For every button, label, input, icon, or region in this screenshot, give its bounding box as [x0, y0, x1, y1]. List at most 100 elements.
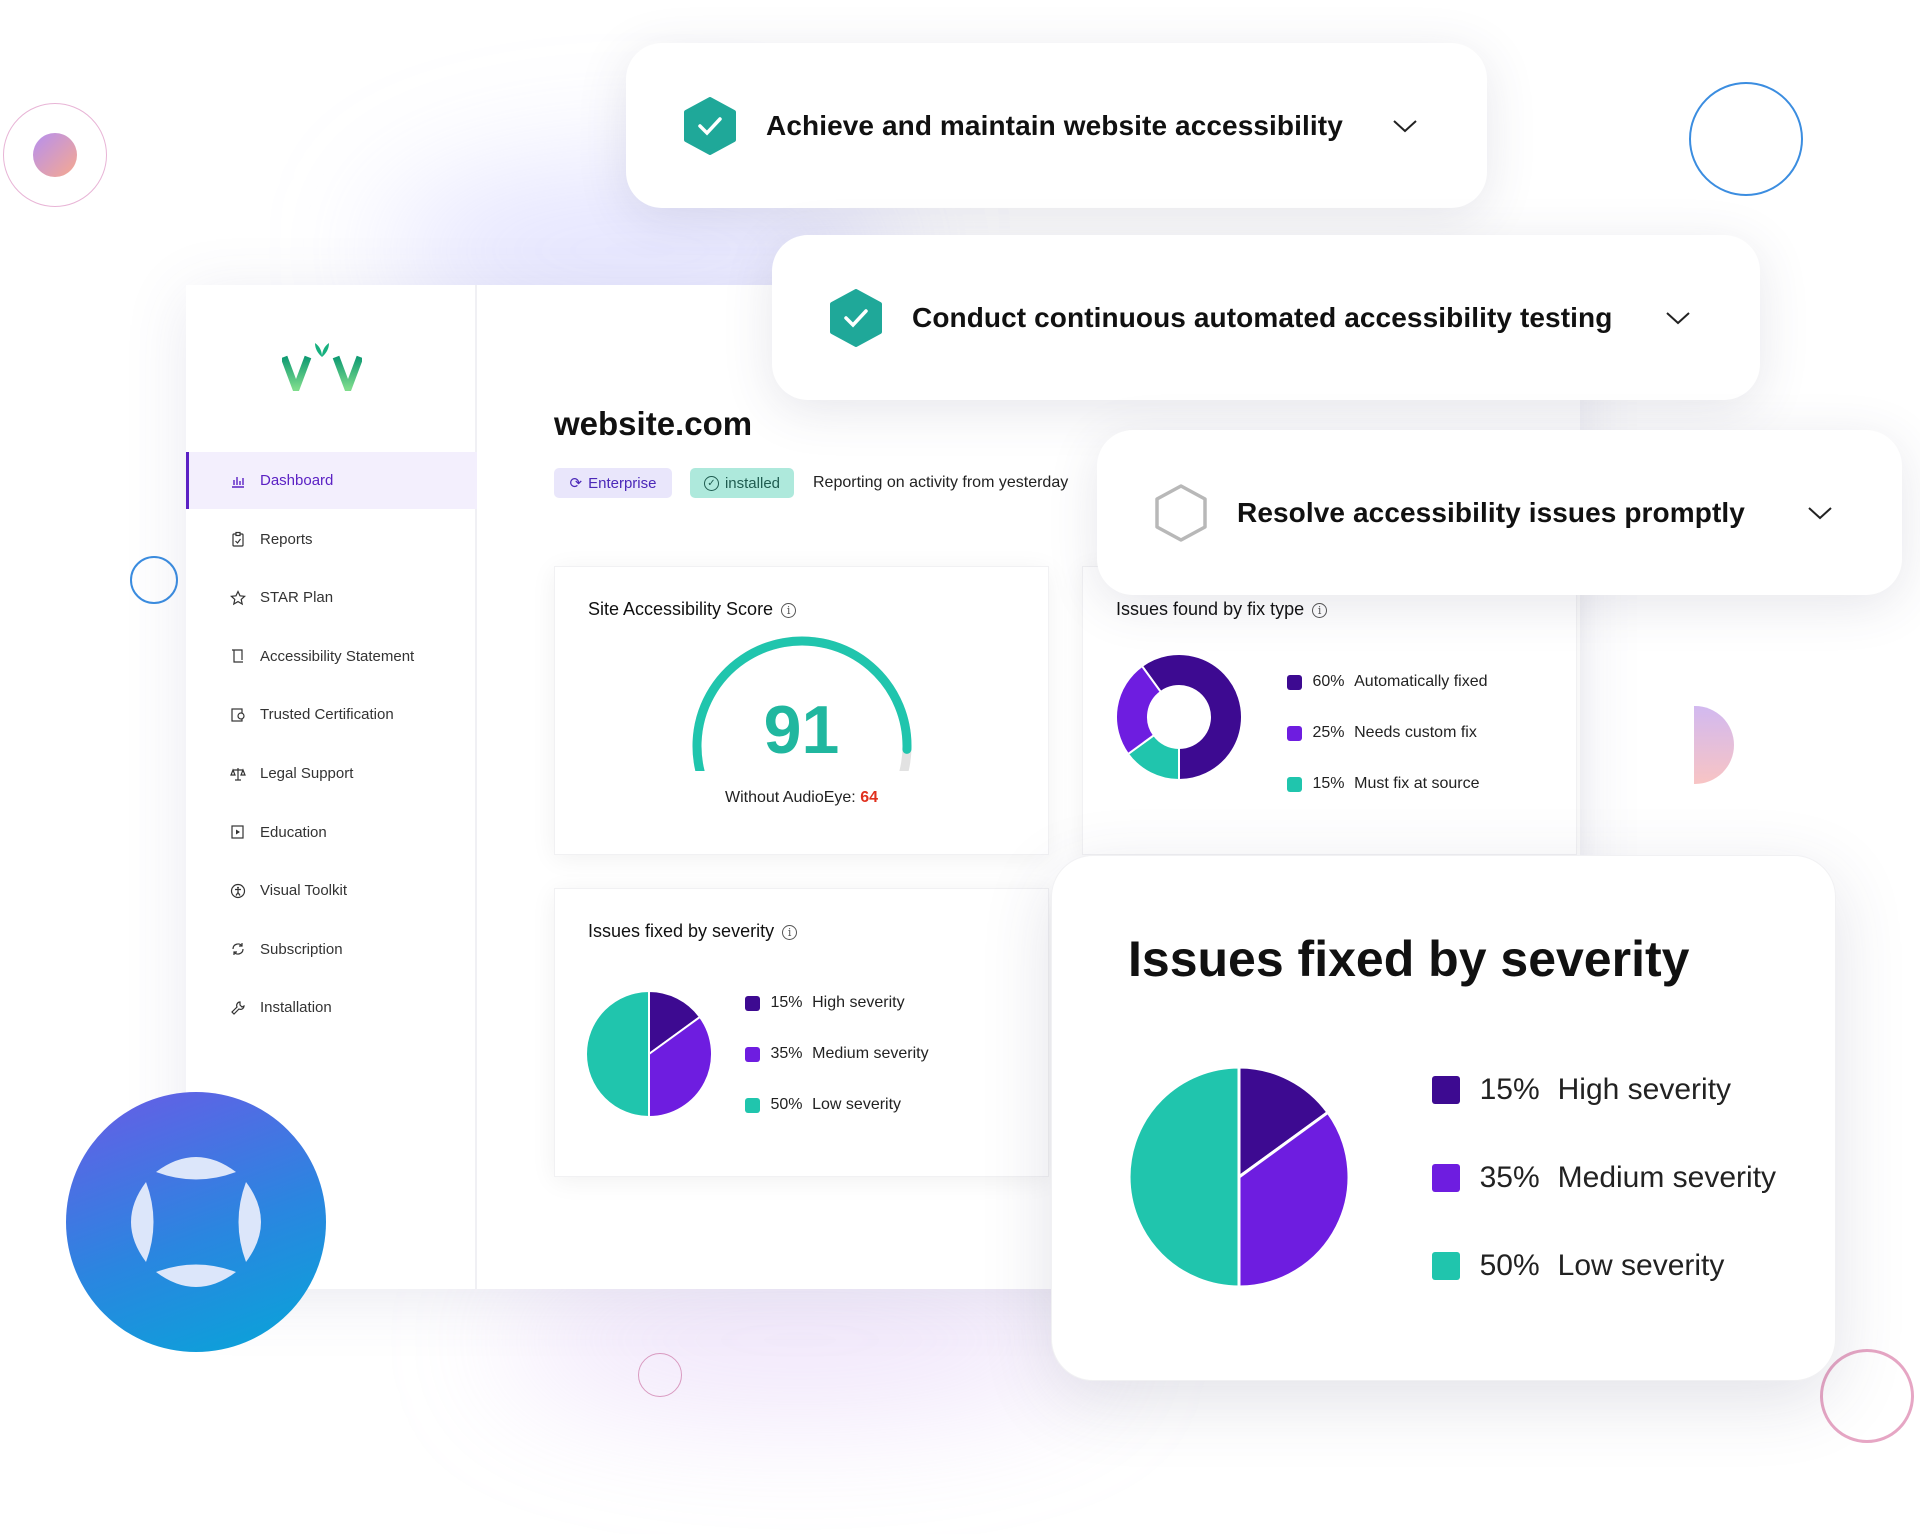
legend-swatch	[745, 1046, 760, 1062]
sidebar-item-label: Dashboard	[260, 472, 334, 489]
fix-type-donut-chart	[1115, 653, 1243, 782]
decorative-dot	[33, 133, 77, 177]
sidebar-item-label: Trusted Certification	[260, 706, 394, 724]
sidebar-item-accessibility-statement[interactable]: Accessibility Statement	[186, 628, 477, 685]
sidebar-item-reports[interactable]: Reports	[186, 511, 477, 568]
sidebar-item-label: Subscription	[260, 940, 343, 958]
clipboard-icon	[232, 531, 244, 547]
sidebar-item-label: Reports	[260, 530, 313, 548]
legend-percent: 15%	[770, 994, 803, 1011]
accessibility-icon	[230, 883, 246, 898]
info-icon[interactable]: i	[781, 603, 797, 618]
legend-item: 50% Low severity	[1432, 1249, 1724, 1283]
legend-item: 25% Needs custom fix	[1287, 724, 1477, 742]
legend-label: Automatically fixed	[1354, 673, 1488, 690]
sidebar-item-installation[interactable]: Installation	[186, 979, 477, 1036]
star-icon	[230, 589, 246, 605]
legend-swatch	[745, 995, 760, 1011]
chevron-down-icon[interactable]	[1665, 310, 1691, 326]
sidebar-item-label: Legal Support	[260, 765, 354, 782]
info-icon[interactable]: i	[782, 925, 798, 940]
pie-slice-low-severity	[585, 989, 650, 1119]
legend-swatch	[1432, 1252, 1460, 1280]
sidebar-item-label: Accessibility Statement	[260, 647, 415, 665]
goal-label: Resolve accessibility issues promptly	[1237, 496, 1745, 528]
sidebar-item-legal-support[interactable]: Legal Support	[186, 745, 477, 802]
sidebar-item-star-plan[interactable]: STAR Plan	[186, 569, 477, 626]
severity-card-large: Issues fixed by severity 15% High severit…	[1051, 855, 1836, 1381]
score-card-title: Site Accessibility Score i	[588, 599, 797, 620]
legend-percent: 15%	[1312, 775, 1345, 792]
severity-pie-chart	[585, 989, 713, 1119]
legend-percent: 35%	[1479, 1161, 1540, 1194]
legend-label: Low severity	[1557, 1249, 1725, 1282]
legend-swatch	[1432, 1164, 1460, 1192]
legend-item: 15% High severity	[745, 994, 905, 1012]
score-card: Site Accessibility Score i 91 Without Aud…	[554, 566, 1049, 855]
refresh-icon	[232, 943, 244, 956]
legend-percent: 35%	[770, 1045, 803, 1062]
sidebar-item-label: Visual Toolkit	[260, 882, 347, 900]
legend-label: Must fix at source	[1354, 775, 1480, 792]
legend-label: High severity	[1557, 1073, 1732, 1106]
legend-percent: 15%	[1479, 1073, 1540, 1106]
legend-swatch	[1432, 1076, 1460, 1104]
sidebar-item-visual-toolkit[interactable]: Visual Toolkit	[186, 862, 477, 919]
audioeye-logo	[66, 1092, 326, 1352]
sidebar-item-dashboard[interactable]: Dashboard	[186, 452, 477, 509]
refresh-icon: ⟳	[569, 475, 583, 492]
sidebar-item-label: Education	[260, 823, 327, 841]
severity-large-title: Issues fixed by severity	[1128, 931, 1690, 987]
installed-badge: ✓ installed	[690, 468, 794, 498]
pie-slice-low-severity	[1127, 1065, 1241, 1289]
empty-hexagon-icon	[1155, 483, 1207, 542]
sidebar-item-trusted-certification[interactable]: Trusted Certification	[186, 686, 477, 743]
goal-label: Achieve and maintain website accessibili…	[766, 109, 1343, 141]
fix-type-card: Issues found by fix type i 60% Automatical…	[1082, 566, 1577, 855]
decorative-ring	[1689, 82, 1803, 196]
certificate-icon	[231, 708, 245, 722]
legend-swatch	[745, 1097, 760, 1113]
legend-item: 35% Medium severity	[1432, 1161, 1776, 1195]
check-hexagon-icon	[830, 288, 882, 347]
chevron-down-icon[interactable]	[1807, 505, 1833, 521]
info-icon[interactable]: i	[1312, 603, 1328, 618]
page-title: website.com	[554, 405, 753, 442]
sidebar-item-label: Installation	[260, 999, 332, 1017]
play-book-icon	[231, 825, 244, 839]
legend-label: High severity	[812, 994, 905, 1011]
legend-item: 60% Automatically fixed	[1287, 673, 1488, 691]
legend-percent: 50%	[1479, 1249, 1540, 1282]
legend-percent: 50%	[770, 1096, 803, 1113]
chevron-down-icon[interactable]	[1392, 118, 1418, 134]
severity-card: Issues fixed by severity i 15% High severi…	[554, 888, 1049, 1177]
legend-item: 50% Low severity	[745, 1096, 901, 1114]
scroll-icon	[232, 649, 243, 663]
decorative-ring	[130, 556, 178, 604]
decorative-ring	[638, 1353, 682, 1397]
legend-percent: 60%	[1312, 673, 1345, 690]
goal-card[interactable]: Achieve and maintain website accessibili…	[626, 43, 1487, 208]
legend-swatch	[1287, 776, 1302, 792]
scales-icon	[230, 767, 246, 781]
without-audioeye: Without AudioEye: 64	[725, 789, 878, 806]
check-circle-icon: ✓	[703, 475, 719, 491]
legend-swatch	[1287, 725, 1302, 741]
legend-item: 15% High severity	[1432, 1073, 1731, 1107]
sidebar-item-education[interactable]: Education	[186, 804, 477, 861]
fix-type-title: Issues found by fix type i	[1116, 599, 1328, 620]
legend-label: Needs custom fix	[1354, 724, 1477, 741]
viv-logo	[280, 343, 364, 396]
legend-label: Medium severity	[812, 1045, 929, 1062]
severity-pie-chart-large	[1127, 1065, 1351, 1289]
sidebar-item-subscription[interactable]: Subscription	[186, 921, 477, 978]
legend-item: 15% Must fix at source	[1287, 775, 1480, 793]
goal-card[interactable]: Resolve accessibility issues promptly	[1097, 430, 1902, 595]
decorative-ring	[1820, 1349, 1914, 1443]
reporting-text: Reporting on activity from yesterday	[813, 474, 1069, 491]
decorative-half-circle	[1694, 706, 1734, 784]
legend-label: Low severity	[812, 1096, 902, 1113]
severity-title: Issues fixed by severity i	[588, 921, 798, 942]
wrench-icon	[231, 1001, 245, 1015]
goal-card[interactable]: Conduct continuous automated accessibili…	[772, 235, 1760, 400]
